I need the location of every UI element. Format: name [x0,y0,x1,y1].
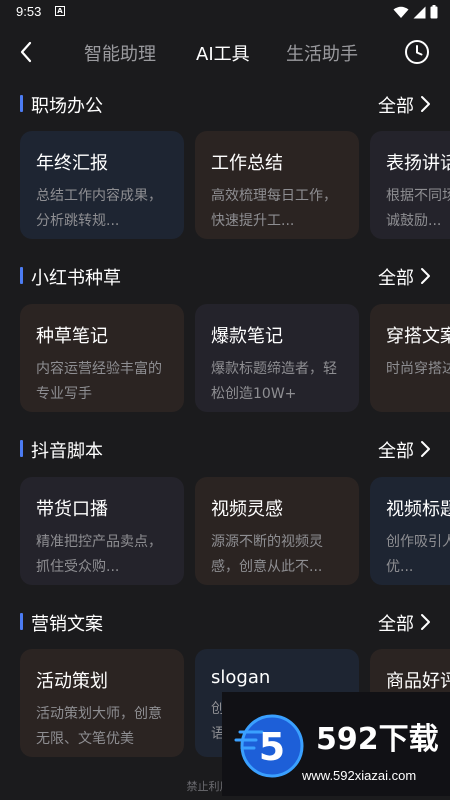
section-header-marketing: 营销文案 全部 [0,606,450,636]
card-description: 时尚穿搭达人文案 [386,361,450,377]
status-bar: 9:53 A [0,0,450,24]
section-title: 抖音脚本 [31,441,103,462]
tool-card[interactable]: 视频标题 创作吸引人的标题，优... [370,477,450,585]
see-all-link[interactable]: 全部 [378,437,414,463]
card-row-douyin: 带货口播 精准把控产品卖点，抓住受众购... 视频灵感 源源不断的视频灵感，创意… [0,477,450,585]
card-description: 源源不断的视频灵感，创意从此不... [211,534,323,575]
tool-card[interactable]: 种草笔记 内容运营经验丰富的专业写手 [20,304,184,412]
history-clock-icon[interactable] [404,39,430,65]
watermark-brand: 592下载 [316,722,439,757]
section-header-douyin: 抖音脚本 全部 [0,433,450,463]
section-accent-bar [20,613,23,630]
chevron-right-icon[interactable] [418,267,432,285]
card-title: 年终汇报 [36,153,108,174]
section-title: 职场办公 [31,96,103,117]
card-description: 高效梳理每日工作，快速提升工... [211,188,337,229]
tool-card[interactable]: 视频灵感 源源不断的视频灵感，创意从此不... [195,477,359,585]
card-row-xiaohongshu: 种草笔记 内容运营经验丰富的专业写手 爆款笔记 爆款标题缔造者，轻松创造10W+… [0,304,450,412]
card-description: 总结工作内容成果，分析跳转规... [36,188,162,229]
battery-icon [430,5,438,19]
watermark-overlay: 5 592下载 www.592xiazai.com [222,692,450,796]
tab-smart-assistant[interactable]: 智能助理 [84,40,156,66]
card-description: 精准把控产品卖点，抓住受众购... [36,534,162,575]
section-header-xiaohongshu: 小红书种草 全部 [0,260,450,290]
notification-icon: A [55,6,65,16]
card-title: 种草笔记 [36,326,108,347]
card-title: 商品好评 [386,671,450,692]
chevron-right-icon[interactable] [418,613,432,631]
card-row-office: 年终汇报 总结工作内容成果，分析跳转规... 工作总结 高效梳理每日工作，快速提… [0,131,450,239]
card-description: 内容运营经验丰富的专业写手 [36,361,162,402]
card-title: 视频灵感 [211,499,283,520]
status-icons [393,5,438,19]
card-description: 爆款标题缔造者，轻松创造10W+ [211,361,337,402]
see-all-link[interactable]: 全部 [378,92,414,118]
tool-card[interactable]: 活动策划 活动策划大师，创意无限、文笔优美 [20,649,184,757]
card-title: 表扬讲话 [386,153,450,174]
card-title: 穿搭文案 [386,326,450,347]
tab-life-assistant[interactable]: 生活助手 [286,40,358,66]
chevron-left-icon [20,41,32,63]
signal-icon [413,6,426,18]
section-accent-bar [20,440,23,457]
wifi-icon [393,6,409,18]
section-header-office: 职场办公 全部 [0,88,450,118]
card-description: 创作吸引人的标题，优... [386,534,450,575]
card-title: 视频标题 [386,499,450,520]
see-all-link[interactable]: 全部 [378,264,414,290]
card-title: 工作总结 [211,153,283,174]
card-description: 根据不同场景生成真诚鼓励... [386,188,450,229]
see-all-link[interactable]: 全部 [378,610,414,636]
back-button[interactable] [10,36,42,68]
chevron-right-icon[interactable] [418,440,432,458]
section-title: 小红书种草 [31,268,121,289]
tab-ai-tools[interactable]: AI工具 [196,40,250,66]
card-title: 带货口播 [36,499,108,520]
tool-card[interactable]: 爆款笔记 爆款标题缔造者，轻松创造10W+ [195,304,359,412]
card-title: slogan [211,667,271,688]
tool-card[interactable]: 年终汇报 总结工作内容成果，分析跳转规... [20,131,184,239]
tool-card[interactable]: 工作总结 高效梳理每日工作，快速提升工... [195,131,359,239]
tool-card[interactable]: 表扬讲话 根据不同场景生成真诚鼓励... [370,131,450,239]
app-bar: 智能助理 AI工具 生活助手 [0,24,450,80]
watermark-url: www.592xiazai.com [302,768,417,783]
logo-digit: 5 [259,725,285,769]
chevron-right-icon[interactable] [418,95,432,113]
brand-logo-icon: 5 [234,714,304,778]
tool-card[interactable]: 带货口播 精准把控产品卖点，抓住受众购... [20,477,184,585]
card-title: 爆款笔记 [211,326,283,347]
card-description: 活动策划大师，创意无限、文笔优美 [36,706,162,747]
section-accent-bar [20,95,23,112]
tool-card[interactable]: 穿搭文案 时尚穿搭达人文案 [370,304,450,412]
card-title: 活动策划 [36,671,108,692]
status-time: 9:53 [16,4,42,19]
section-title: 营销文案 [31,614,103,635]
section-accent-bar [20,267,23,284]
